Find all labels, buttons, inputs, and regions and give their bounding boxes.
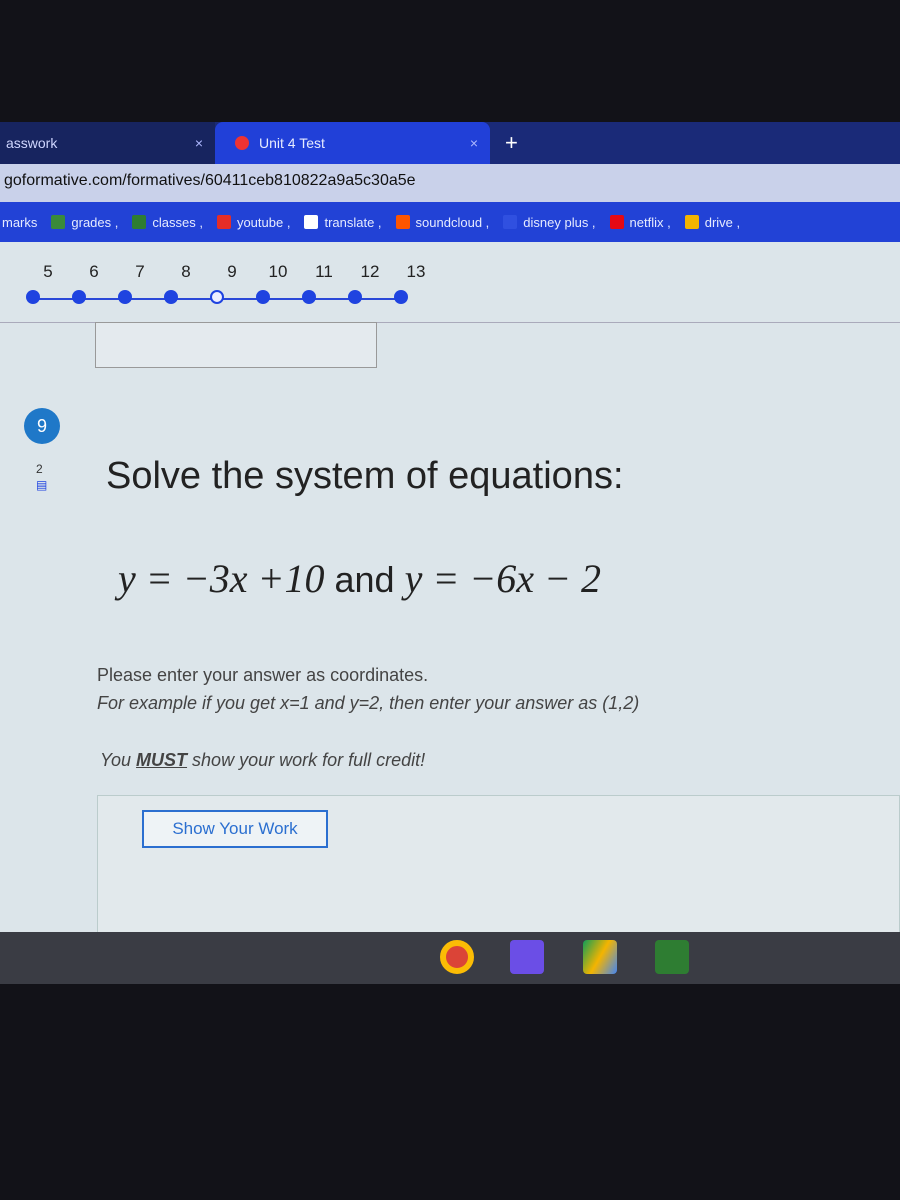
bookmark-label: grades ,: [71, 214, 119, 230]
youtube-icon: [216, 215, 231, 229]
bookmark-item[interactable]: classes ,: [132, 215, 203, 230]
bookmark-item[interactable]: grades ,: [51, 215, 118, 230]
show-your-work-button[interactable]: Show Your Work: [142, 810, 328, 848]
question-navigator: 5 6 7 8 9 10 11 12 13: [25, 262, 439, 282]
points: 2: [36, 462, 43, 476]
bookmark-label: drive ,: [704, 214, 741, 230]
question-number[interactable]: 11: [301, 262, 347, 282]
bookmark-item[interactable]: drive ,: [684, 214, 741, 230]
bookmarks-bar: marks grades , classes , youtube , translate…: [0, 202, 900, 242]
close-icon[interactable]: ×: [470, 135, 478, 151]
formative-icon: [235, 136, 249, 150]
bookmark-item[interactable]: youtube ,: [216, 214, 291, 230]
question-dot[interactable]: [26, 290, 40, 304]
bookmark-label: disney plus ,: [523, 214, 596, 230]
bookmark-item[interactable]: soundcloud ,: [395, 214, 490, 230]
instruction-2: For example if you get x=1 and y=2, then…: [97, 693, 640, 713]
and-text: and: [334, 559, 395, 600]
disney-icon: [503, 215, 518, 229]
classroom-app-icon[interactable]: [655, 940, 689, 974]
bookmark-label: netflix ,: [629, 214, 671, 230]
text: You: [100, 750, 137, 770]
tab-label: Unit 4 Test: [259, 135, 325, 151]
soundcloud-icon: [395, 215, 410, 229]
question-number-badge: 9: [24, 408, 60, 444]
question-number[interactable]: 7: [117, 262, 163, 282]
netflix-icon: [609, 215, 624, 229]
new-tab-button[interactable]: +: [505, 130, 518, 156]
bookmark-item[interactable]: disney plus ,: [503, 214, 596, 230]
question-dot[interactable]: [394, 290, 408, 304]
drive-icon: [684, 215, 699, 229]
leaf-icon: [51, 215, 66, 229]
question-number[interactable]: 9: [209, 262, 255, 282]
tab-unit-4-test[interactable]: Unit 4 Test ×: [215, 122, 490, 164]
comment-icon[interactable]: ▤: [36, 478, 47, 492]
question-number[interactable]: 10: [255, 262, 301, 282]
bookmark-label: translate ,: [324, 214, 382, 230]
tab-label: asswork: [6, 135, 58, 151]
equations: y = −3x +10 and y = −6x − 2: [118, 555, 601, 602]
tab-bar: asswork × Unit 4 Test × +: [0, 122, 900, 164]
bookmark-label: classes ,: [152, 214, 203, 230]
instruction-1: Please enter your answer as coordinates.: [97, 665, 429, 685]
question-dot[interactable]: [118, 290, 132, 304]
bookmark-item[interactable]: marks: [2, 215, 37, 230]
google-icon: [304, 215, 319, 229]
question-dot[interactable]: [72, 290, 86, 304]
instruction-must: You MUST show your work for full credit!: [100, 750, 425, 771]
bookmark-item[interactable]: netflix ,: [609, 214, 671, 230]
question-number[interactable]: 5: [25, 262, 71, 282]
question-title: Solve the system of equations:: [106, 455, 624, 497]
play-icon[interactable]: [510, 940, 544, 974]
tab-classwork[interactable]: asswork ×: [0, 122, 215, 164]
text: show your work for full credit!: [187, 750, 426, 770]
question-dot[interactable]: [348, 290, 362, 304]
must-text: MUST: [136, 750, 188, 770]
bookmark-label: soundcloud ,: [415, 214, 490, 230]
question-dot[interactable]: [164, 290, 178, 304]
equation-1: y = −3x +10: [118, 556, 325, 601]
chrome-icon[interactable]: [440, 940, 474, 974]
question-dots: [10, 290, 408, 306]
close-icon[interactable]: ×: [195, 135, 203, 151]
question-dot[interactable]: [210, 290, 224, 304]
drive-app-icon[interactable]: [583, 940, 617, 974]
question-number[interactable]: 12: [347, 262, 393, 282]
equation-2: y = −6x − 2: [404, 556, 602, 601]
bookmark-label: youtube ,: [236, 214, 291, 230]
question-number[interactable]: 6: [71, 262, 117, 282]
header-box: [95, 322, 377, 368]
classroom-icon: [132, 215, 147, 229]
address-bar[interactable]: goformative.com/formatives/60411ceb81082…: [0, 164, 900, 202]
question-number[interactable]: 8: [163, 262, 209, 282]
bookmark-label: marks: [2, 214, 38, 230]
bookmark-item[interactable]: translate ,: [304, 214, 382, 230]
question-dot[interactable]: [302, 290, 316, 304]
question-number[interactable]: 13: [393, 262, 439, 282]
question-dot[interactable]: [256, 290, 270, 304]
